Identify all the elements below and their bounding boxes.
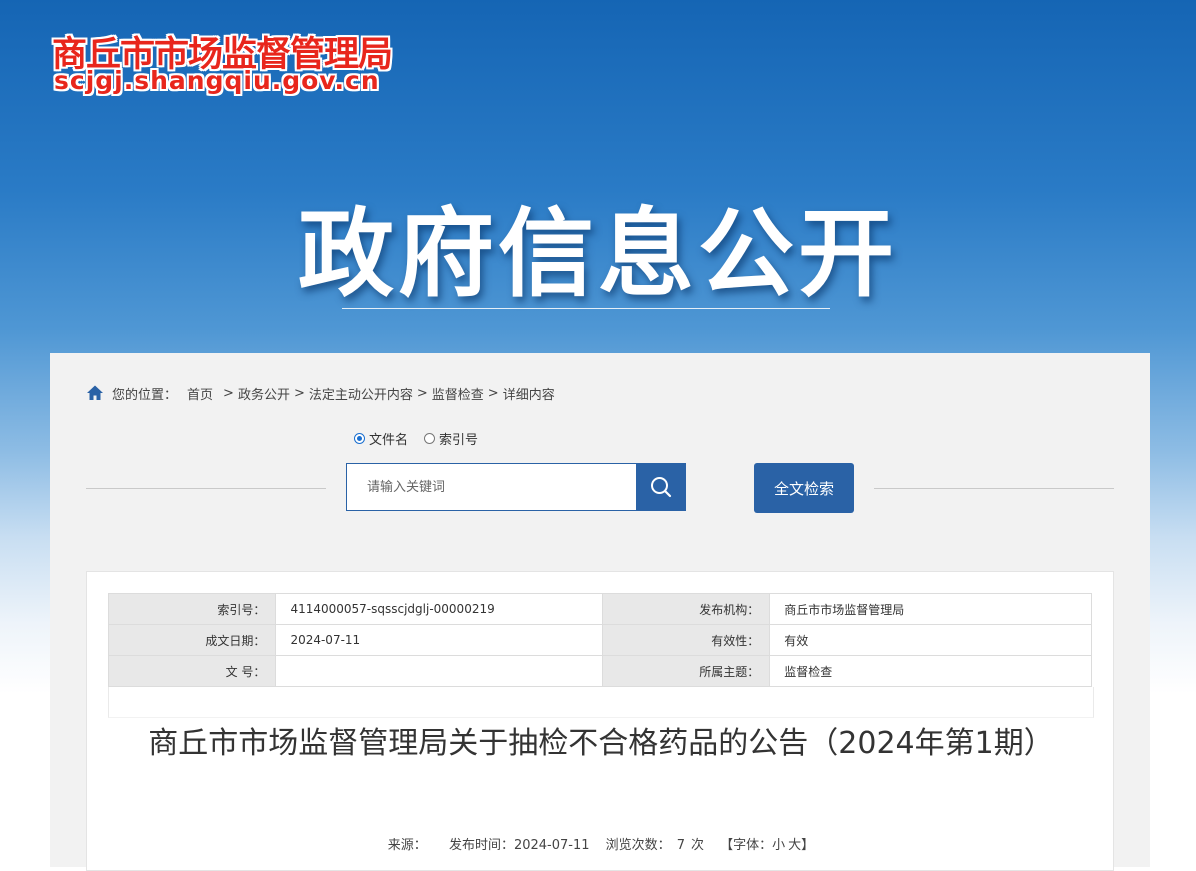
search-icon bbox=[651, 477, 672, 498]
main-panel: 您的位置： 首页 > 政务公开 > 法定主动公开内容 > 监督检查 > 详细内容… bbox=[50, 353, 1150, 871]
font-large-button[interactable]: 大 bbox=[788, 838, 801, 853]
metadata-table-footer bbox=[108, 687, 1094, 718]
article-container: 索引号： 4114000057-sqsscjdglj-00000219 发布机构… bbox=[86, 571, 1114, 871]
location-label: 您的位置： bbox=[112, 387, 178, 403]
breadcrumb-statutory[interactable]: 法定主动公开内容 bbox=[309, 384, 413, 403]
search-divider-left bbox=[86, 488, 326, 489]
metadata-table: 索引号： 4114000057-sqsscjdglj-00000219 发布机构… bbox=[107, 593, 1092, 687]
meta-label: 成文日期： bbox=[107, 624, 277, 656]
radio-filename[interactable]: 文件名 bbox=[354, 429, 408, 448]
breadcrumb-home[interactable]: 首页 bbox=[187, 384, 213, 403]
radio-filename-button[interactable] bbox=[354, 433, 365, 444]
meta-label: 发布机构： bbox=[601, 593, 771, 625]
breadcrumb-supervision[interactable]: 监督检查 bbox=[432, 384, 484, 403]
search-box bbox=[346, 463, 686, 511]
meta-label: 索引号： bbox=[107, 593, 277, 625]
search-input[interactable] bbox=[347, 464, 637, 510]
font-small-button[interactable]: 小 bbox=[772, 838, 785, 853]
article-meta: 来源： 发布时间：2024-07-11 浏览次数： 7 次 【字体：小 大】 bbox=[87, 834, 1115, 853]
banner-title: 政府信息公开 bbox=[298, 198, 898, 310]
radio-filename-label[interactable]: 文件名 bbox=[369, 429, 408, 448]
search-button[interactable] bbox=[636, 463, 686, 511]
publish-date: 2024-07-11 bbox=[513, 838, 590, 853]
radio-index-number-button[interactable] bbox=[424, 433, 436, 444]
views-unit: 次 bbox=[690, 838, 704, 853]
meta-label: 有效性： bbox=[601, 624, 771, 656]
meta-label: 文 号： bbox=[107, 655, 277, 687]
meta-value bbox=[275, 655, 603, 687]
table-row: 成文日期： 2024-07-11 有效性： 有效 bbox=[107, 624, 1092, 656]
meta-value: 4114000057-sqsscjdglj-00000219 bbox=[275, 593, 603, 625]
font-label-prefix: 【字体： bbox=[720, 838, 773, 853]
breadcrumb-gov-open[interactable]: 政务公开 bbox=[238, 384, 290, 403]
fulltext-search-button[interactable]: 全文检索 bbox=[754, 463, 854, 513]
meta-value: 2024-07-11 bbox=[275, 624, 603, 656]
breadcrumb: 您的位置： 首页 > 政务公开 > 法定主动公开内容 > 监督检查 > 详细内容 bbox=[86, 383, 555, 403]
table-row: 文 号： 所属主题： 监督检查 bbox=[107, 655, 1092, 687]
breadcrumb-separator: > bbox=[223, 385, 234, 401]
search-divider-right bbox=[874, 488, 1114, 489]
meta-value: 监督检查 bbox=[769, 655, 1092, 687]
breadcrumb-separator: > bbox=[416, 385, 428, 401]
search-type-radios: 文件名 索引号 bbox=[354, 429, 494, 448]
source-label: 来源： bbox=[387, 838, 427, 853]
meta-value: 有效 bbox=[769, 624, 1092, 656]
font-size-control: 【字体：小 大】 bbox=[720, 838, 814, 853]
publish-label: 发布时间： bbox=[448, 838, 514, 853]
views-count: 7 bbox=[676, 838, 685, 853]
home-icon[interactable] bbox=[86, 384, 104, 402]
article-title: 商丘市市场监督管理局关于抽检不合格药品的公告（2024年第1期） bbox=[148, 726, 1054, 761]
table-row: 索引号： 4114000057-sqsscjdglj-00000219 发布机构… bbox=[107, 593, 1092, 625]
breadcrumb-detail: 详细内容 bbox=[502, 387, 555, 403]
radio-index-number[interactable]: 索引号 bbox=[424, 429, 478, 448]
site-logo-domain[interactable]: scjgj.shangqiu.gov.cn bbox=[54, 66, 380, 95]
meta-label: 所属主题： bbox=[601, 655, 771, 687]
radio-index-number-label[interactable]: 索引号 bbox=[439, 429, 478, 448]
breadcrumb-separator: > bbox=[293, 385, 305, 401]
banner-divider bbox=[342, 308, 830, 309]
breadcrumb-separator: > bbox=[487, 385, 499, 401]
views-label: 浏览次数： bbox=[605, 838, 671, 853]
font-label-suffix: 】 bbox=[801, 838, 815, 853]
meta-value: 商丘市市场监督管理局 bbox=[769, 593, 1092, 625]
